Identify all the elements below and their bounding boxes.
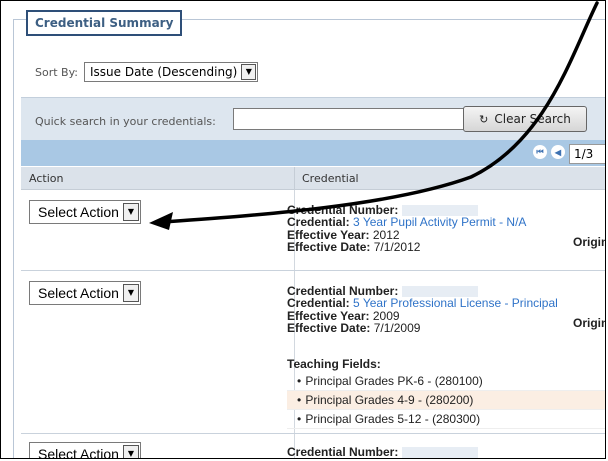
chevron-down-icon[interactable]: ▼ (122, 203, 139, 221)
select-action-label: Select Action (38, 285, 119, 301)
sort-label: Sort By: (35, 65, 79, 79)
teaching-field-text: Principal Grades PK-6 - (280100) (305, 374, 483, 388)
credential-details: Credential Number: Credential: 3 Year Pu… (287, 204, 526, 253)
first-page-icon[interactable]: ⏮ (533, 145, 547, 159)
column-header-credential: Credential (302, 172, 359, 185)
list-item: • Principal Grades 4-9 - (280200) (287, 391, 605, 410)
select-action-label: Select Action (38, 204, 119, 220)
list-item: • Principal Grades PK-6 - (280100) (287, 372, 605, 391)
list-item: • Principal Grades 5-12 - (280300) (287, 410, 605, 429)
sort-select[interactable]: Issue Date (Descending) ▼ (84, 62, 259, 82)
chevron-down-icon[interactable]: ▼ (241, 64, 257, 80)
teaching-field-text: Principal Grades 5-12 - (280300) (305, 412, 481, 426)
effective-date-label: Effective Date: (287, 239, 371, 254)
quick-search-label: Quick search in your credentials: (35, 115, 216, 128)
select-action-dropdown[interactable]: Select Action ▼ (29, 281, 141, 305)
refresh-icon: ↻ (479, 112, 489, 126)
panel-title: Credential Summary (26, 10, 183, 36)
effective-date-label: Effective Date: (287, 320, 371, 335)
clear-search-button[interactable]: ↻ Clear Search (463, 106, 587, 132)
chevron-down-icon[interactable]: ▼ (122, 445, 139, 458)
redacted-number (402, 447, 479, 458)
origin-label: Origin (573, 316, 606, 330)
effective-date-value: 7/1/2012 (373, 239, 421, 254)
page-number-field[interactable]: 1/3 (569, 144, 605, 164)
origin-label: Origin (573, 235, 606, 249)
teaching-fields-label: Teaching Fields: (287, 357, 381, 371)
select-action-label: Select Action (38, 446, 119, 459)
screenshot-frame: Credential Summary Sort By: Issue Date (… (0, 0, 606, 459)
sort-value: Issue Date (Descending) (90, 65, 238, 79)
sort-row: Sort By: Issue Date (Descending) ▼ (35, 61, 259, 83)
pager-bar: ⏮ ◀ 1/3 (21, 140, 605, 166)
teaching-field-text: Principal Grades 4-9 - (280200) (305, 393, 474, 407)
quick-search-input[interactable] (233, 108, 477, 130)
prev-page-icon[interactable]: ◀ (551, 145, 565, 159)
table-header: Action Credential (21, 167, 605, 190)
quick-search-bar: Quick search in your credentials: ↻ Clea… (21, 97, 605, 140)
credential-details: Credential Number: (287, 445, 479, 459)
teaching-fields: Teaching Fields: • Principal Grades PK-6… (287, 357, 605, 429)
clear-search-label: Clear Search (494, 112, 571, 126)
column-divider (294, 167, 295, 189)
column-header-action: Action (29, 172, 64, 185)
teaching-fields-list: • Principal Grades PK-6 - (280100) • Pri… (287, 372, 605, 429)
select-action-dropdown[interactable]: Select Action ▼ (29, 442, 141, 459)
chevron-down-icon[interactable]: ▼ (122, 284, 139, 302)
effective-date-value: 7/1/2009 (373, 320, 421, 335)
credential-details: Credential Number: Credential: 5 Year Pr… (287, 285, 558, 334)
select-action-dropdown[interactable]: Select Action ▼ (29, 200, 141, 224)
credential-number-label: Credential Number: (287, 445, 399, 459)
